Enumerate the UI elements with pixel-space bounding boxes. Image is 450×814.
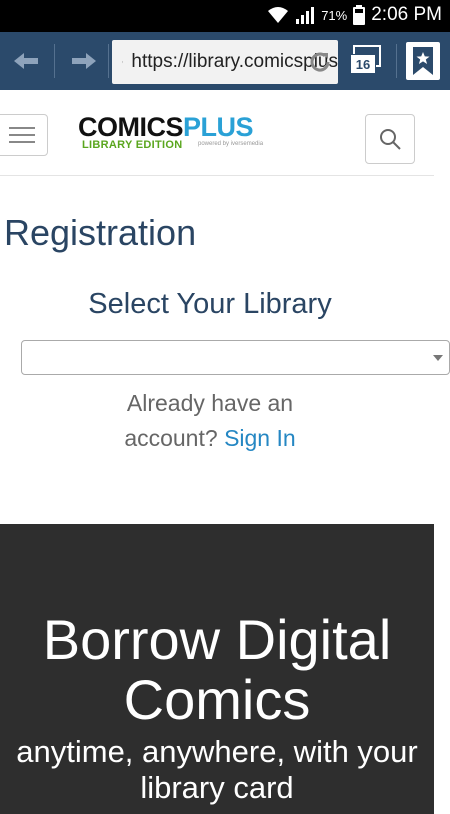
hero-banner: Borrow Digital Comics anytime, anywhere,… (0, 524, 434, 814)
logo-edition: LIBRARY EDITION (82, 139, 183, 151)
bookmark-button[interactable] (406, 42, 440, 80)
battery-icon (353, 5, 366, 25)
hamburger-menu-icon (9, 141, 35, 143)
logo-wordmark: COMICSPLUS (78, 112, 278, 142)
status-icons: 71% 2:06 PM (267, 4, 442, 26)
hero-headline: Borrow Digital Comics (42, 608, 392, 731)
toolbar-divider (54, 44, 55, 78)
url-bar[interactable]: https://library.comicsplus (112, 40, 338, 84)
search-icon (380, 129, 401, 150)
logo-plus: PLUS (183, 112, 254, 142)
hero-subline: anytime, anywhere, with your library car… (16, 734, 418, 805)
bookmark-icon (413, 47, 433, 75)
battery-percent: 71% (321, 7, 348, 23)
already-have-account: Already have an account? Sign In (100, 386, 320, 456)
chevron-down-icon (433, 355, 443, 361)
back-arrow-icon (14, 53, 38, 69)
refresh-icon[interactable] (308, 50, 332, 74)
comicsplus-logo[interactable]: COMICSPLUS LIBRARY EDITION powered by iv… (78, 114, 278, 154)
wifi-icon (268, 7, 289, 23)
sign-in-link[interactable]: Sign In (224, 425, 296, 451)
forward-arrow-icon (72, 53, 96, 69)
tab-count: 16 (350, 54, 376, 74)
hamburger-menu-icon (9, 127, 35, 129)
url-text: https://library.comicsplus (131, 51, 338, 72)
toolbar-divider (396, 44, 397, 78)
site-header: COMICSPLUS LIBRARY EDITION powered by iv… (0, 90, 434, 176)
logo-powered-by: powered by iversemedia (198, 141, 264, 147)
select-library-label: Select Your Library (88, 288, 332, 320)
forward-button[interactable] (64, 41, 104, 81)
status-bar: 71% 2:06 PM (0, 0, 450, 32)
lock-icon (122, 61, 124, 63)
status-time: 2:06 PM (371, 4, 442, 25)
page-title: Registration (4, 212, 197, 253)
library-select[interactable] (21, 340, 450, 375)
tabs-button[interactable]: 16 (348, 44, 382, 76)
browser-toolbar: https://library.comicsplus 16 (0, 32, 450, 90)
logo-comics: COMICS (78, 112, 184, 142)
hamburger-menu-button[interactable] (0, 114, 48, 156)
back-button[interactable] (6, 41, 46, 81)
toolbar-divider (108, 44, 109, 78)
search-button[interactable] (365, 114, 415, 164)
web-page: COMICSPLUS LIBRARY EDITION powered by iv… (0, 90, 450, 814)
hamburger-menu-icon (9, 134, 35, 136)
signal-icon (296, 7, 315, 24)
